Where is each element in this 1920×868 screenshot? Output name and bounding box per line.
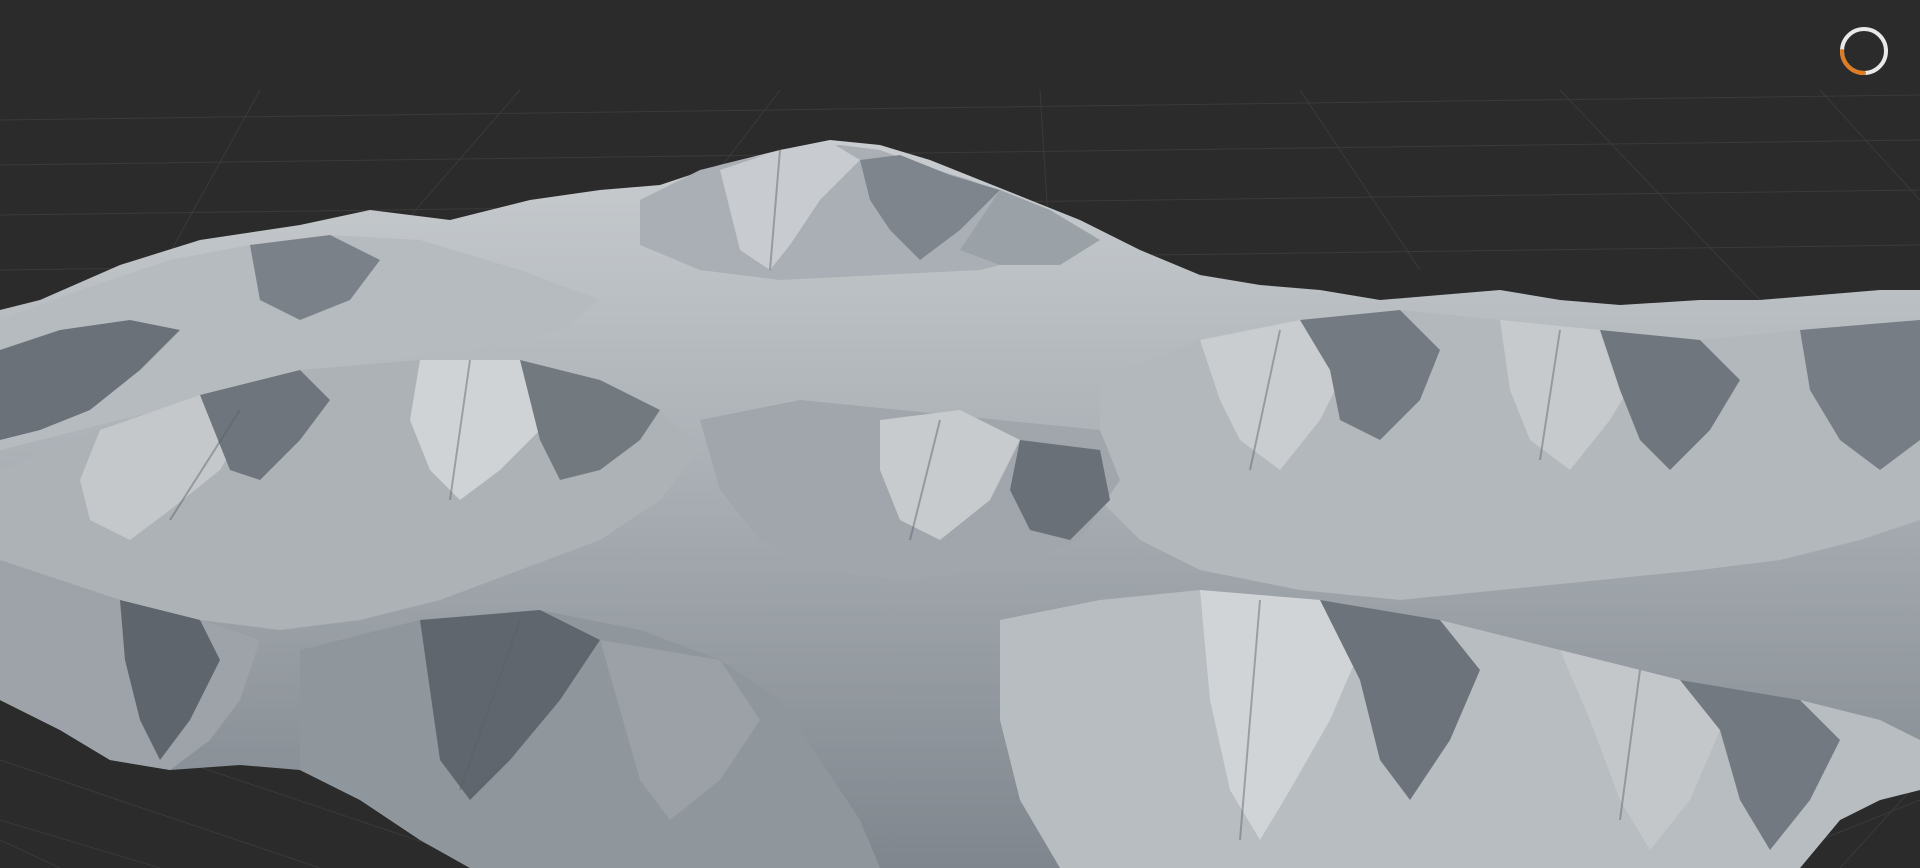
navigation-gizmo[interactable] bbox=[1838, 25, 1890, 77]
3d-viewport[interactable] bbox=[0, 0, 1920, 868]
loading-ring-icon[interactable] bbox=[1838, 25, 1890, 77]
terrain-scene[interactable] bbox=[0, 0, 1920, 868]
